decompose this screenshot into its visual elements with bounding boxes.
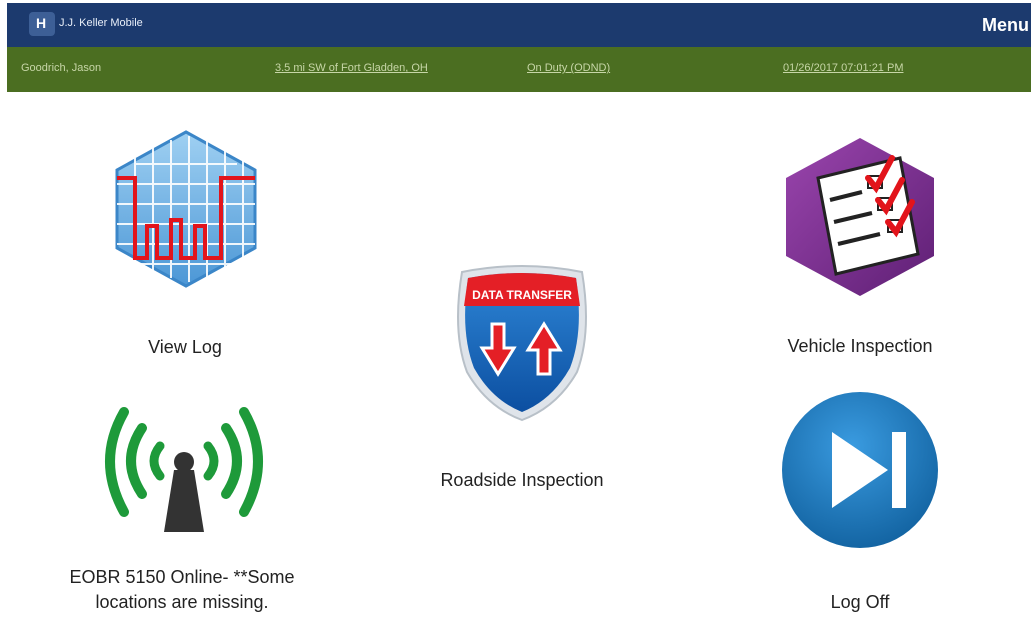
data-transfer-badge: DATA TRANSFER bbox=[472, 288, 572, 302]
roadside-inspection-label: Roadside Inspection bbox=[440, 470, 604, 490]
roadside-inspection-button[interactable]: DATA TRANSFER Roadside Inspection bbox=[410, 262, 634, 497]
duty-status-link[interactable]: On Duty (ODND) bbox=[527, 62, 610, 74]
eobr-status-label-line2: locations are missing. bbox=[95, 592, 269, 612]
driver-name: Goodrich, Jason bbox=[21, 62, 102, 74]
log-grid-icon bbox=[115, 130, 257, 288]
eobr-status-label-line1: EOBR 5150 Online- **Some bbox=[69, 567, 295, 587]
checklist-icon bbox=[786, 138, 934, 296]
datetime-link[interactable]: 01/26/2017 07:01:21 PM bbox=[783, 62, 903, 74]
menu-button[interactable]: Menu bbox=[980, 15, 1031, 36]
app-title: J.J. Keller Mobile bbox=[59, 17, 143, 29]
status-bar: Goodrich, Jason 3.5 mi SW of Fort Gladde… bbox=[7, 47, 1031, 92]
data-transfer-shield-icon: DATA TRANSFER bbox=[457, 265, 587, 422]
location-link[interactable]: 3.5 mi SW of Fort Gladden, OH bbox=[275, 62, 428, 74]
vehicle-inspection-label: Vehicle Inspection bbox=[787, 336, 933, 356]
top-app-bar: H J.J. Keller Mobile Menu bbox=[7, 3, 1031, 47]
log-off-label: Log Off bbox=[830, 592, 890, 612]
eobr-status-button[interactable]: EOBR 5150 Online- **Some locations are m… bbox=[42, 404, 322, 616]
skip-forward-icon bbox=[782, 392, 938, 548]
log-off-button[interactable]: Log Off bbox=[770, 388, 950, 616]
view-log-label: View Log bbox=[148, 337, 222, 357]
signal-tower-icon bbox=[105, 407, 263, 532]
logo-letter: H bbox=[36, 15, 47, 31]
view-log-button[interactable]: View Log bbox=[90, 128, 280, 364]
vehicle-inspection-button[interactable]: Vehicle Inspection bbox=[762, 134, 958, 364]
app-logo-icon: H bbox=[29, 12, 55, 36]
